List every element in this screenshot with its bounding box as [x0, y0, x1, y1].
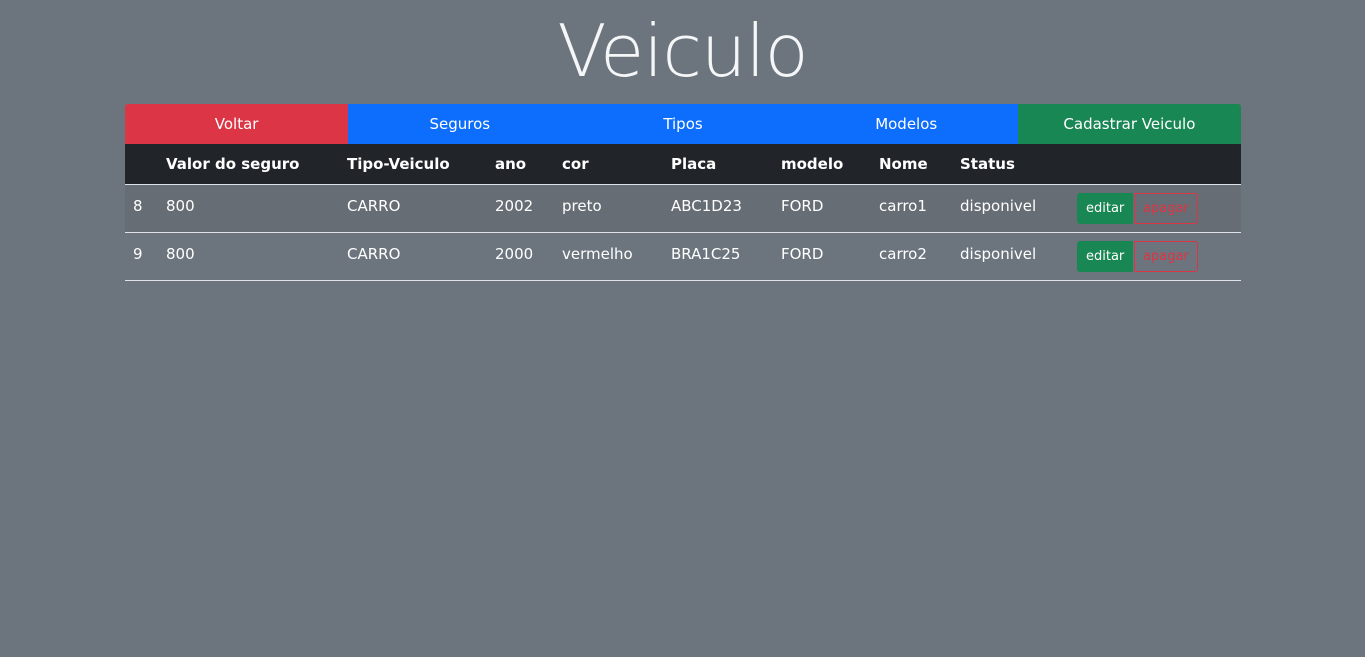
header-acoes: [1069, 144, 1241, 184]
cell-nome: carro2: [879, 244, 927, 263]
nav-button-group: Voltar Seguros Tipos Modelos Cadastrar V…: [125, 104, 1242, 144]
cell-status: disponivel: [960, 244, 1037, 263]
header-tipo-veiculo: Tipo-Veiculo: [347, 154, 450, 173]
table-body: 8 800 CARRO 2002 preto ABC1D23 FORD carr…: [125, 184, 1241, 280]
cell-actions: editar apagar: [1069, 184, 1241, 232]
table-row: 9 800 CARRO 2000 vermelho BRA1C25 FORD c…: [125, 232, 1241, 280]
header-status: Status: [960, 154, 1015, 173]
cell-placa: ABC1D23: [671, 196, 742, 215]
main-container: Voltar Seguros Tipos Modelos Cadastrar V…: [125, 104, 1242, 281]
seguros-button[interactable]: Seguros: [348, 104, 572, 144]
delete-button[interactable]: apagar: [1134, 240, 1198, 272]
cell-nome: carro1: [879, 196, 927, 215]
delete-button[interactable]: apagar: [1134, 192, 1198, 224]
header-valor-seguro: Valor do seguro: [166, 154, 300, 173]
table-header-row: Valor do seguro Tipo-Veiculo ano cor Pla…: [125, 144, 1241, 184]
cell-valor: 800: [166, 196, 195, 215]
cell-cor: vermelho: [562, 244, 633, 263]
cell-modelo: FORD: [781, 196, 824, 215]
header-modelo: modelo: [781, 154, 844, 173]
cell-placa: BRA1C25: [671, 244, 741, 263]
cell-ano: 2000: [495, 244, 534, 263]
cell-status: disponivel: [960, 196, 1037, 215]
cell-modelo: FORD: [781, 244, 824, 263]
cell-cor: preto: [562, 196, 602, 215]
modelos-button[interactable]: Modelos: [794, 104, 1018, 144]
edit-button[interactable]: editar: [1077, 192, 1134, 224]
cell-valor: 800: [166, 244, 195, 263]
cadastrar-veiculo-button[interactable]: Cadastrar Veiculo: [1017, 104, 1242, 144]
header-nome: Nome: [879, 154, 928, 173]
header-cor: cor: [562, 154, 589, 173]
page-title: Veiculo: [557, 9, 808, 93]
cell-id: 8: [133, 196, 143, 215]
cell-tipo: CARRO: [347, 244, 401, 263]
edit-button[interactable]: editar: [1077, 240, 1134, 272]
voltar-button[interactable]: Voltar: [125, 104, 349, 144]
table-row: 8 800 CARRO 2002 preto ABC1D23 FORD carr…: [125, 184, 1241, 232]
table-header: Valor do seguro Tipo-Veiculo ano cor Pla…: [125, 144, 1241, 184]
cell-actions: editar apagar: [1069, 232, 1241, 280]
cell-id: 9: [133, 244, 143, 263]
cell-tipo: CARRO: [347, 196, 401, 215]
cell-ano: 2002: [495, 196, 534, 215]
header-placa: Placa: [671, 154, 717, 173]
vehicles-table: Valor do seguro Tipo-Veiculo ano cor Pla…: [125, 144, 1241, 281]
header-ano: ano: [495, 154, 527, 173]
tipos-button[interactable]: Tipos: [571, 104, 795, 144]
header-id: [125, 144, 158, 184]
